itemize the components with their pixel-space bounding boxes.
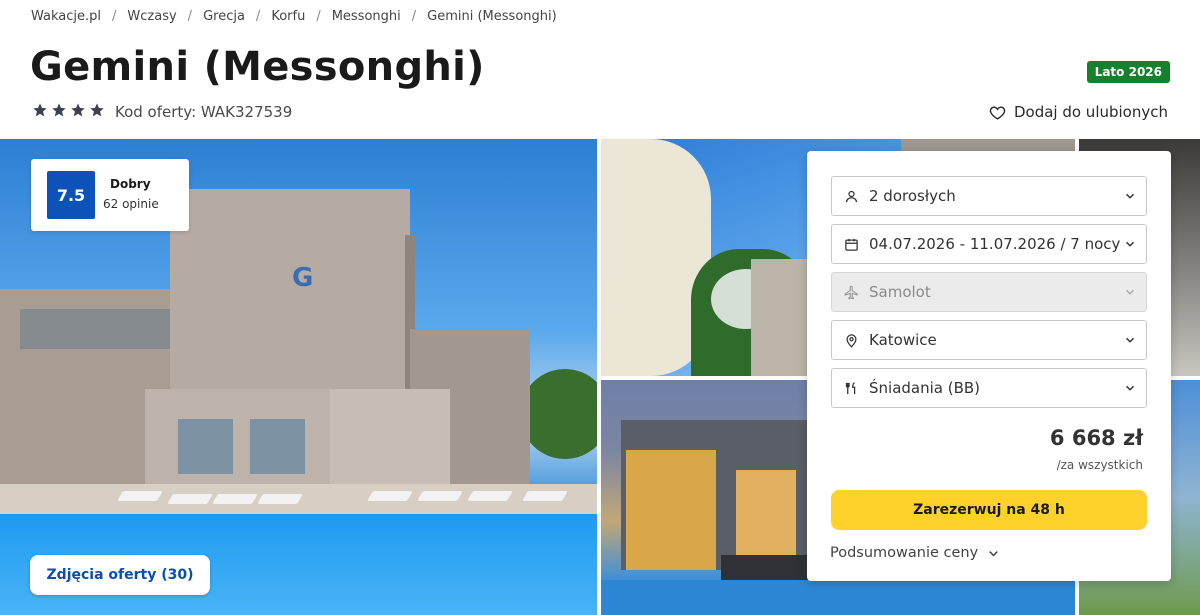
- breadcrumb-item-country[interactable]: Grecja: [203, 9, 245, 24]
- price-note: /za wszystkich: [1056, 458, 1143, 472]
- dates-value: 04.07.2026 - 11.07.2026 / 7 nocy: [869, 235, 1121, 253]
- breadcrumb-separator: /: [411, 9, 417, 24]
- chevron-down-icon: [1125, 337, 1135, 343]
- breadcrumb-separator: /: [316, 9, 321, 24]
- rating-score: 7.5: [47, 171, 95, 219]
- star-icon: [33, 103, 47, 117]
- location-pin-icon: [842, 331, 860, 349]
- chevron-down-icon: [1125, 193, 1135, 199]
- chevron-down-icon: [1125, 385, 1135, 391]
- breadcrumb-separator: /: [187, 9, 193, 24]
- person-icon: [842, 187, 860, 205]
- total-price: 6 668 zł: [1049, 426, 1143, 450]
- departure-value: Katowice: [869, 331, 937, 349]
- page-title: Gemini (Messonghi): [30, 44, 485, 90]
- season-badge: Lato 2026: [1086, 61, 1170, 83]
- chevron-down-icon: [989, 550, 999, 556]
- breadcrumb-item-city[interactable]: Messonghi: [332, 9, 401, 24]
- board-select[interactable]: Śniadania (BB): [831, 368, 1147, 408]
- rating-card[interactable]: 7.5 Dobry 62 opinie: [31, 159, 189, 231]
- add-to-favorites-button[interactable]: Dodaj do ulubionych: [989, 103, 1168, 121]
- transport-value: Samolot: [869, 283, 931, 301]
- breadcrumb-item-home[interactable]: Wakacje.pl: [31, 9, 101, 24]
- review-count: 62 opinie: [103, 197, 159, 211]
- travellers-value: 2 dorosłych: [869, 187, 956, 205]
- star-icon: [90, 103, 104, 117]
- offer-code: Kod oferty: WAK327539: [115, 103, 293, 121]
- hotel-stars: [32, 102, 105, 118]
- chevron-down-icon: [1125, 241, 1135, 247]
- breadcrumb-item-region[interactable]: Korfu: [271, 9, 305, 24]
- star-icon: [52, 103, 66, 117]
- plane-icon: [842, 283, 860, 301]
- rating-label: Dobry: [110, 177, 151, 191]
- main-photo[interactable]: G 7.5 Dobry 62 opinie Zdjęcia oferty (30…: [0, 139, 597, 615]
- cutlery-icon: [842, 379, 860, 397]
- breadcrumb-separator: /: [112, 9, 117, 24]
- departure-select[interactable]: Katowice: [831, 320, 1147, 360]
- board-value: Śniadania (BB): [869, 379, 981, 397]
- breadcrumb: Wakacje.pl / Wczasy / Grecja / Korfu / M…: [31, 9, 557, 24]
- favorite-label: Dodaj do ulubionych: [1013, 103, 1168, 121]
- breadcrumb-separator: /: [255, 9, 261, 24]
- booking-panel: 2 dorosłych 04.07.2026 - 11.07.2026 / 7 …: [807, 151, 1171, 581]
- chevron-down-icon: [1125, 289, 1135, 295]
- breadcrumb-item-wczasy[interactable]: Wczasy: [127, 9, 176, 24]
- reserve-button[interactable]: Zarezerwuj na 48 h: [831, 490, 1147, 530]
- heart-icon: [989, 105, 1006, 120]
- breadcrumb-item-current: Gemini (Messonghi): [427, 9, 557, 24]
- calendar-icon: [842, 235, 860, 253]
- star-icon: [71, 103, 85, 117]
- price-summary-label: Podsumowanie ceny: [830, 545, 979, 561]
- price-summary-toggle[interactable]: Podsumowanie ceny: [830, 545, 1001, 561]
- travellers-select[interactable]: 2 dorosłych: [831, 176, 1147, 216]
- offer-photos-button[interactable]: Zdjęcia oferty (30): [30, 555, 210, 595]
- transport-select: Samolot: [831, 272, 1147, 312]
- dates-select[interactable]: 04.07.2026 - 11.07.2026 / 7 nocy: [831, 224, 1147, 264]
